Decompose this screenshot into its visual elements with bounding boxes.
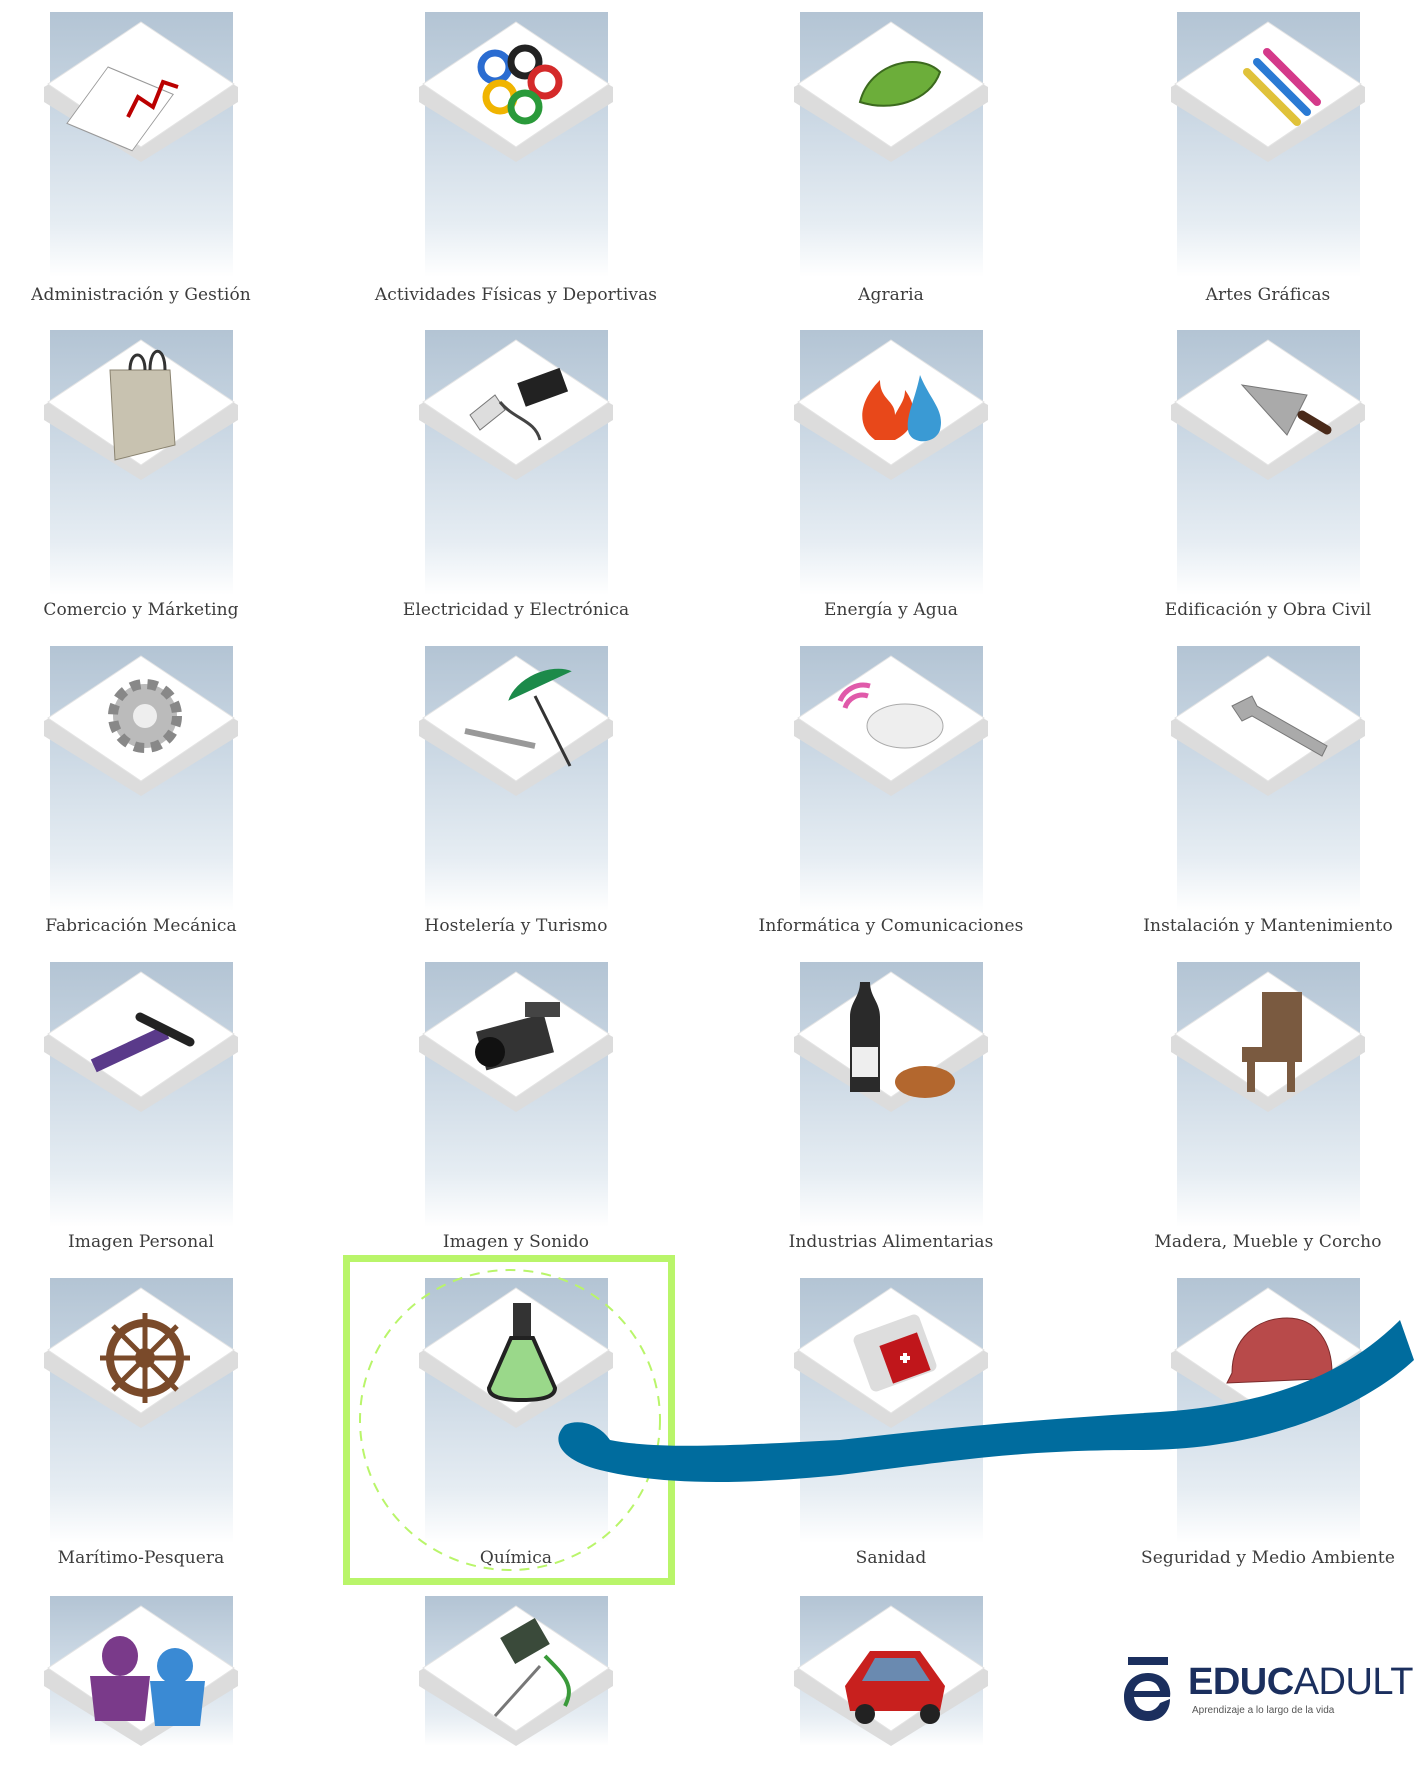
category-tile[interactable] (44, 962, 238, 1227)
category-tile[interactable] (419, 1596, 613, 1746)
chair-icon (1242, 992, 1302, 1092)
category-tile[interactable] (794, 330, 988, 595)
category-tile[interactable] (1171, 12, 1365, 277)
category-label[interactable]: Marítimo-Pesquera (58, 1548, 225, 1568)
swoosh-arrow (558, 1320, 1414, 1482)
category-label[interactable]: Instalación y Mantenimiento (1143, 916, 1393, 936)
gear-icon (108, 679, 182, 753)
wireless-mouse-icon (837, 682, 944, 749)
category-label[interactable]: Hostelería y Turismo (424, 916, 607, 936)
plug-chip-icon (469, 367, 569, 441)
category-label[interactable]: Artes Gráficas (1206, 285, 1331, 305)
category-label[interactable]: Informática y Comunicaciones (759, 916, 1024, 936)
puppets-icon (90, 1636, 205, 1726)
wine-bread-icon (850, 982, 955, 1098)
olympic-rings-icon (477, 44, 563, 125)
chart-graph-icon (66, 66, 179, 152)
category-label[interactable]: Fabricación Mecánica (45, 916, 237, 936)
category-tile[interactable] (419, 962, 613, 1227)
wrench-icon (1231, 695, 1328, 757)
category-tile[interactable] (1171, 962, 1365, 1227)
category-tile[interactable] (794, 646, 988, 911)
umbrella-fork-icon (464, 668, 572, 767)
logo-e-icon (1124, 1657, 1171, 1721)
category-label[interactable]: Comercio y Márketing (43, 600, 238, 620)
category-label[interactable]: Edificación y Obra Civil (1165, 600, 1371, 620)
category-tile[interactable] (44, 646, 238, 911)
category-tile[interactable] (1171, 646, 1365, 911)
category-label[interactable]: Actividades Físicas y Deportivas (375, 285, 657, 305)
category-tile[interactable] (419, 330, 613, 595)
category-tile[interactable] (794, 962, 988, 1227)
logo-wordmark: EDUCADULT (1188, 1661, 1413, 1703)
category-label[interactable]: Imagen Personal (68, 1232, 214, 1252)
category-tile[interactable] (44, 330, 238, 595)
educadult-logo: EDUCADULT Aprendizaje a lo largo de la v… (1120, 1655, 1414, 1735)
category-label[interactable]: Imagen y Sonido (443, 1232, 589, 1252)
category-tile[interactable] (794, 12, 988, 277)
category-label[interactable]: Electricidad y Electrónica (403, 600, 629, 620)
fire-water-icon (862, 375, 941, 442)
category-tile[interactable] (794, 1596, 988, 1746)
category-tile[interactable] (419, 12, 613, 277)
red-car-icon (845, 1651, 945, 1724)
category-tile[interactable] (419, 646, 613, 911)
category-label[interactable]: Madera, Mueble y Corcho (1154, 1232, 1381, 1252)
pencils-icon (1243, 48, 1321, 126)
comb-brush-icon (90, 1012, 195, 1073)
video-camera-icon (475, 1002, 560, 1071)
ship-wheel-icon (100, 1313, 190, 1403)
trowel-icon (1240, 384, 1332, 436)
category-tile[interactable] (44, 1278, 238, 1543)
shopping-bag-icon (109, 349, 176, 461)
category-tile[interactable] (1171, 330, 1365, 595)
category-label[interactable]: Administración y Gestión (31, 285, 251, 305)
leaf-icon (858, 61, 942, 107)
thread-needle-icon (493, 1618, 571, 1718)
category-tile[interactable] (44, 1596, 238, 1746)
category-label[interactable]: Energía y Agua (824, 600, 958, 620)
category-label[interactable]: Industrias Alimentarias (789, 1232, 994, 1252)
category-tile[interactable] (44, 12, 238, 277)
category-label[interactable]: Agraria (858, 285, 924, 305)
logo-tagline: Aprendizaje a lo largo de la vida (1192, 1705, 1335, 1716)
